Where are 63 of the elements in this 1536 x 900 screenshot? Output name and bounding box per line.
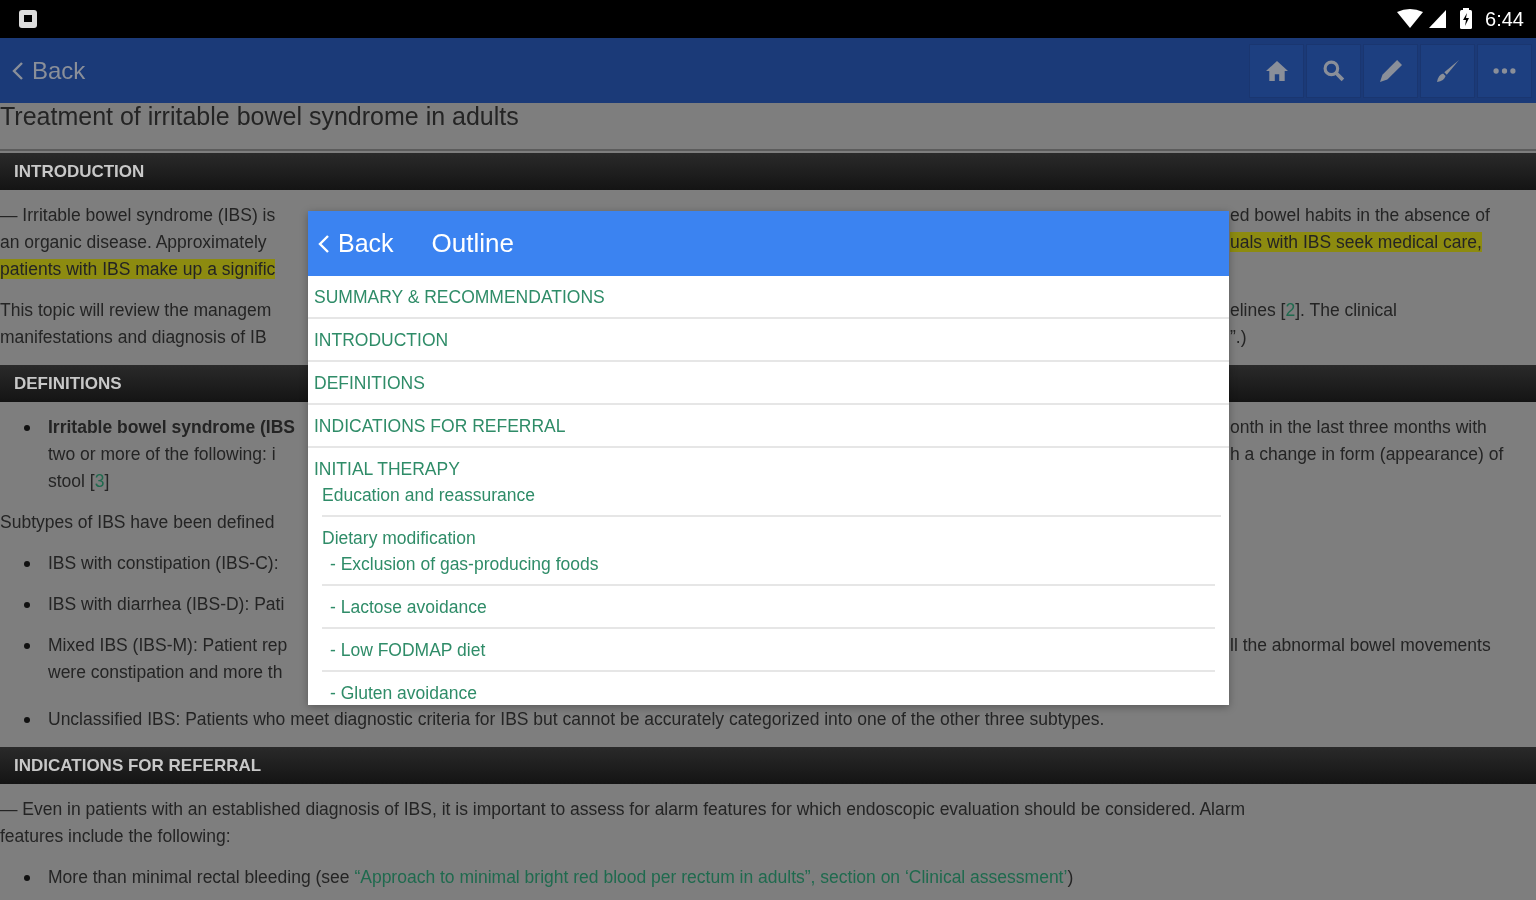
- outline-item[interactable]: - Lactose avoidance: [322, 586, 1215, 629]
- paragraph-text: manifestations and diagnosis of IB: [0, 327, 267, 348]
- signal-icon: [1429, 9, 1448, 29]
- paragraph-text: two or more of the following: i: [48, 444, 276, 465]
- paragraph-text: ll the abnormal bowel movements: [1230, 635, 1491, 655]
- paragraph-text: patients with IBS make up a signific: [0, 259, 276, 280]
- search-icon: [1322, 59, 1345, 82]
- paragraph-text: More than minimal rectal bleeding (see “Approach to minimal bright red blood per rectum in adults”, section on ‘Clinical assessment’): [48, 866, 1074, 889]
- paragraph-text: ”.): [1230, 327, 1247, 347]
- outline-item[interactable]: INTRODUCTION: [308, 319, 1229, 362]
- paragraph-text: were constipation and more th: [48, 662, 283, 683]
- bullet-icon: [24, 642, 30, 649]
- section-header: INTRODUCTION: [0, 153, 1536, 190]
- bullet-icon: [24, 716, 30, 723]
- battery-icon: [1459, 8, 1474, 30]
- paragraph-text: — Even in patients with an established diagnosis of IBS, it is important to assess for alarm features for which endoscopic evaluation should be considered. Alarm features include the following:: [0, 798, 1247, 848]
- article-title: Treatment of irritable bowel syndrome in adults: [0, 103, 1536, 151]
- brush-button[interactable]: [1420, 43, 1475, 98]
- outline-item[interactable]: Dietary modification: [322, 517, 1221, 550]
- paragraph-text: — Irritable bowel syndrome (IBS) is: [0, 205, 276, 226]
- paragraph-text: IBS with diarrhea (IBS-D): Pati: [48, 594, 285, 615]
- paragraph-text: Subtypes of IBS have been defined: [0, 512, 275, 533]
- paragraph-text: Irritable bowel syndrome (IBS: [48, 417, 295, 438]
- outline-item[interactable]: SUMMARY & RECOMMENDATIONS: [308, 276, 1229, 319]
- more-icon: [1493, 67, 1516, 74]
- notification-icon: [18, 9, 38, 29]
- paragraph-text: elines [2]. The clinical: [1230, 300, 1397, 320]
- paragraph-text: IBS with constipation (IBS-C):: [48, 553, 279, 574]
- outline-item[interactable]: - Gluten avoidance: [322, 672, 1215, 705]
- outline-item[interactable]: - Low FODMAP diet: [322, 629, 1215, 672]
- paragraph-text: stool [3]: [48, 471, 110, 492]
- paragraph-text: ed bowel habits in the absence of: [1230, 205, 1490, 225]
- bullet-icon: [24, 424, 30, 431]
- bullet-icon: [24, 560, 30, 567]
- bullet-icon: [24, 874, 30, 881]
- pencil-icon: [1379, 59, 1402, 82]
- clock-time: 6:44: [1485, 7, 1524, 31]
- bullet-icon: [24, 601, 30, 608]
- paragraph-text: h a change in form (appearance) of: [1230, 444, 1504, 464]
- paragraph-text: Unclassified IBS: Patients who meet diagnostic criteria for IBS but cannot be accurately categorized into one of the other three subtypes.: [48, 708, 1105, 731]
- back-button[interactable]: Back: [318, 229, 394, 258]
- outline-item[interactable]: Education and reassurance: [322, 481, 1221, 517]
- chevron-left-icon: [12, 60, 24, 81]
- dialog-title: Outline: [431, 228, 514, 259]
- more-button[interactable]: [1477, 43, 1532, 98]
- brush-icon: [1436, 59, 1459, 82]
- back-button[interactable]: Back: [0, 56, 86, 85]
- outline-item[interactable]: DEFINITIONS: [308, 362, 1229, 405]
- home-button[interactable]: [1249, 43, 1304, 98]
- paragraph-text: an organic disease. Approximately: [0, 232, 267, 253]
- outline-item[interactable]: - Exclusion of gas-producing foods: [322, 550, 1215, 586]
- pencil-button[interactable]: [1363, 43, 1418, 98]
- outline-item[interactable]: INDICATIONS FOR REFERRAL: [308, 405, 1229, 448]
- paragraph-text: Mixed IBS (IBS-M): Patient rep: [48, 635, 288, 656]
- paragraph-text: onth in the last three months with: [1230, 417, 1487, 437]
- paragraph-text: This topic will review the managem: [0, 300, 272, 321]
- chevron-left-icon: [318, 233, 330, 254]
- paragraph-text: uals with IBS seek medical care,: [1230, 232, 1482, 252]
- search-button[interactable]: [1306, 43, 1361, 98]
- home-icon: [1265, 59, 1288, 82]
- section-header: INDICATIONS FOR REFERRAL: [0, 747, 1536, 784]
- wifi-icon: [1397, 9, 1424, 29]
- outline-item[interactable]: INITIAL THERAPY: [308, 448, 1229, 481]
